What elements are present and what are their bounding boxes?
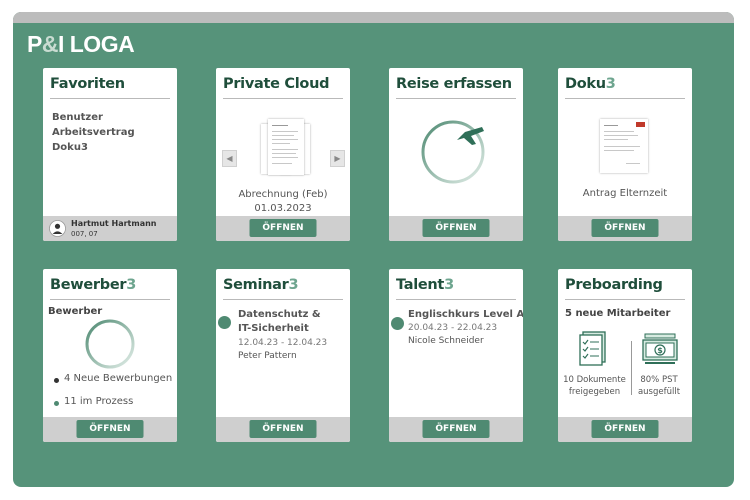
airplane-icon — [421, 120, 485, 184]
tile-footer: ÖFFNEN — [389, 216, 523, 241]
tile-title: Private Cloud — [223, 76, 343, 99]
document-title: Abrechnung (Feb) — [238, 189, 328, 200]
document-preview[interactable] — [600, 119, 648, 173]
tile-doku3: Doku3 Antrag Elternzeit ÖFFNEN — [558, 68, 692, 241]
tile-bewerber3: Bewerber3 Bewerber 4 Neue Bewerbungen 11… — [43, 269, 177, 442]
document-info: Abrechnung (Feb) 01.03.2023 — [216, 188, 350, 216]
tile-title: Seminar3 — [223, 277, 343, 300]
svg-text:$: $ — [657, 346, 663, 355]
documents-released: 10 Dokumente freigegeben — [563, 375, 626, 397]
tile-title: Reise erfassen — [396, 76, 516, 99]
tile-footer: ÖFFNEN — [216, 216, 350, 241]
status-dot — [218, 316, 231, 329]
tile-footer: ÖFFNEN — [558, 417, 692, 442]
person-avatar-icon — [49, 220, 66, 237]
open-button[interactable]: ÖFFNEN — [76, 420, 144, 438]
favorites-list: Benutzer Arbeitsvertrag Doku3 — [52, 110, 135, 155]
tile-favoriten: Favoriten Benutzer Arbeitsvertrag Doku3 … — [43, 68, 177, 241]
user-name: Hartmut Hartmann — [71, 219, 157, 228]
status-dot — [391, 317, 404, 330]
in-process[interactable]: 11 im Prozess — [64, 396, 133, 407]
favorite-link-benutzer[interactable]: Benutzer — [52, 110, 135, 125]
tile-footer: ÖFFNEN — [43, 417, 177, 442]
tile-seminar3: Seminar3 Datenschutz & IT-Sicherheit 12.… — [216, 269, 350, 442]
chevron-left-icon[interactable]: ◀ — [222, 150, 237, 167]
subtitle: Bewerber — [48, 306, 103, 317]
favorite-link-arbeitsvertrag[interactable]: Arbeitsvertrag — [52, 125, 135, 140]
seminar-entry[interactable]: Datenschutz & IT-Sicherheit 12.04.23 - 1… — [238, 308, 346, 363]
tile-talent3: Talent3 Englischkurs Level A1 20.04.23 -… — [389, 269, 523, 442]
document-check-icon — [579, 331, 606, 366]
bullet — [54, 378, 59, 383]
logo: P&I LOGA — [27, 31, 135, 57]
open-button[interactable]: ÖFFNEN — [422, 420, 490, 438]
bullet — [54, 401, 59, 406]
tile-footer: ÖFFNEN — [216, 417, 350, 442]
tile-private-cloud: Private Cloud ◀ ▶ Abrechnung (Feb) 01.03… — [216, 68, 350, 241]
open-button[interactable]: ÖFFNEN — [249, 219, 317, 237]
tile-title: Bewerber3 — [50, 277, 170, 300]
tile-footer: ÖFFNEN — [389, 417, 523, 442]
tile-title: Preboarding — [565, 277, 685, 300]
open-button[interactable]: ÖFFNEN — [249, 420, 317, 438]
pst-filled: 80% PST ausgefüllt — [637, 375, 681, 397]
user-id: 007, 07 — [71, 230, 98, 238]
user-footer[interactable]: Hartmut Hartmann 007, 07 — [43, 216, 177, 241]
tile-title: Doku3 — [565, 76, 685, 99]
tile-footer: ÖFFNEN — [558, 216, 692, 241]
tile-title: Favoriten — [50, 76, 170, 99]
document-preview[interactable] — [268, 119, 304, 175]
document-label: Antrag Elternzeit — [582, 188, 668, 199]
new-applications[interactable]: 4 Neue Bewerbungen — [64, 373, 172, 384]
open-button[interactable]: ÖFFNEN — [422, 219, 490, 237]
subtitle: 5 neue Mitarbeiter — [565, 308, 671, 319]
divider — [631, 341, 632, 395]
open-button[interactable]: ÖFFNEN — [591, 219, 659, 237]
dashboard-frame: P&I LOGA Favoriten Benutzer Arbeitsvertr… — [13, 12, 734, 487]
talent-entry[interactable]: Englischkurs Level A1 20.04.23 - 22.04.2… — [408, 308, 523, 348]
favorite-link-doku3[interactable]: Doku3 — [52, 140, 135, 155]
tile-title: Talent3 — [396, 277, 516, 300]
document-date: 01.03.2023 — [254, 203, 312, 214]
chevron-right-icon[interactable]: ▶ — [330, 150, 345, 167]
open-button[interactable]: ÖFFNEN — [591, 420, 659, 438]
window-top-bar — [13, 12, 734, 23]
tile-preboarding: Preboarding 5 neue Mitarbeiter $ 10 Doku… — [558, 269, 692, 442]
banknote-icon: $ — [642, 333, 678, 364]
tile-reise-erfassen: Reise erfassen ÖFFNEN — [389, 68, 523, 241]
progress-ring — [85, 319, 135, 369]
